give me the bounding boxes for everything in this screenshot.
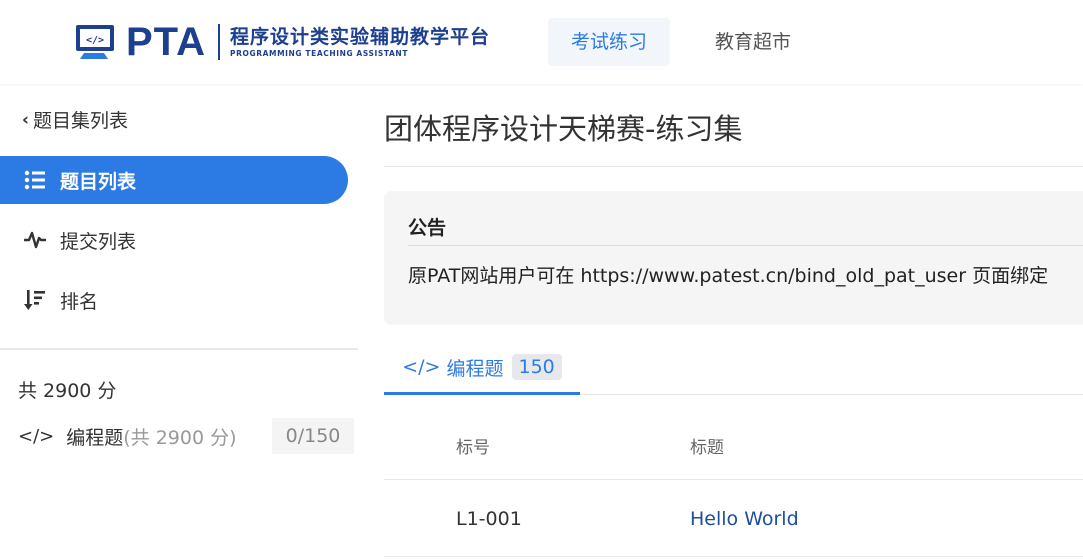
pulse-icon [22, 230, 48, 250]
back-to-problem-sets-link[interactable]: ‹ 题目集列表 [22, 106, 128, 133]
title-divider [384, 166, 1083, 167]
list-icon [22, 170, 48, 190]
nav-tab-exam-practice[interactable]: 考试练习 [548, 18, 671, 66]
sidebar-item-problem-list[interactable]: 题目列表 [0, 156, 348, 204]
svg-text:</>: </> [86, 35, 104, 46]
announcement-divider [408, 245, 1083, 246]
code-icon: </> [18, 425, 55, 447]
pta-logo[interactable]: </> PTA 程序设计类实验辅助教学平台 PROGRAMMING TEACHI… [74, 20, 490, 64]
announcement-title: 公告 [408, 217, 447, 239]
count-badge: 150 [511, 354, 562, 380]
table-header-divider [384, 479, 1083, 480]
sidebar-item-ranking[interactable]: 排名 [0, 276, 348, 324]
logo-wordmark: PTA [126, 20, 207, 64]
total-score: 共 2900 分 [18, 380, 117, 402]
column-header-number[interactable]: 标号 [456, 433, 490, 458]
table-cell-number: L1-001 [456, 508, 522, 530]
nav-tab-edu-market[interactable]: 教育超市 [692, 18, 814, 66]
sidebar-divider [0, 348, 358, 350]
code-icon: </> [402, 356, 441, 378]
announcement-card: 公告 原PAT网站用户可在 https://www.patest.cn/bind… [384, 191, 1083, 325]
problem-type-tabs: </> 编程题 150 [384, 342, 1083, 395]
table-row-divider [384, 556, 1083, 557]
back-link-label: 题目集列表 [33, 110, 129, 132]
programming-total: (共 2900 分) [123, 426, 237, 449]
logo-en-title: PROGRAMMING TEACHING ASSISTANT [230, 49, 409, 58]
sidebar-item-label: 排名 [60, 290, 99, 313]
tab-label: 编程题 [446, 357, 504, 380]
top-header: </> PTA 程序设计类实验辅助教学平台 PROGRAMMING TEACHI… [0, 0, 1083, 84]
programming-label: 编程题 [66, 426, 124, 449]
sidebar-item-label: 题目列表 [60, 170, 137, 193]
code-monitor-icon: </> [76, 25, 114, 59]
sidebar-item-label: 提交列表 [60, 230, 137, 253]
column-header-title[interactable]: 标题 [690, 433, 724, 458]
problem-title-link[interactable]: Hello World [690, 508, 799, 530]
logo-cn-title: 程序设计类实验辅助教学平台 [230, 26, 491, 48]
logo-divider [218, 24, 221, 60]
main-content: 团体程序设计天梯赛-练习集 公告 原PAT网站用户可在 https://www.… [384, 84, 1083, 560]
sort-icon [22, 289, 48, 311]
sidebar-item-submissions[interactable]: 提交列表 [0, 216, 348, 264]
programming-progress-count: 0/150 [272, 418, 354, 454]
tab-programming[interactable]: </> 编程题 150 [384, 342, 580, 395]
sidebar: ‹ 题目集列表 题目列表 提交列表 排名 共 2900 分 </> 编程题 (共… [0, 84, 360, 560]
logo-text: 程序设计类实验辅助教学平台 PROGRAMMING TEACHING ASSIS… [230, 25, 490, 59]
announcement-body: 原PAT网站用户可在 https://www.patest.cn/bind_ol… [408, 265, 1049, 287]
chevron-left-icon: ‹ [22, 109, 30, 130]
programming-score-row[interactable]: </> 编程题 (共 2900 分) 0/150 [18, 418, 354, 454]
page-title: 团体程序设计天梯赛-练习集 [384, 112, 743, 146]
